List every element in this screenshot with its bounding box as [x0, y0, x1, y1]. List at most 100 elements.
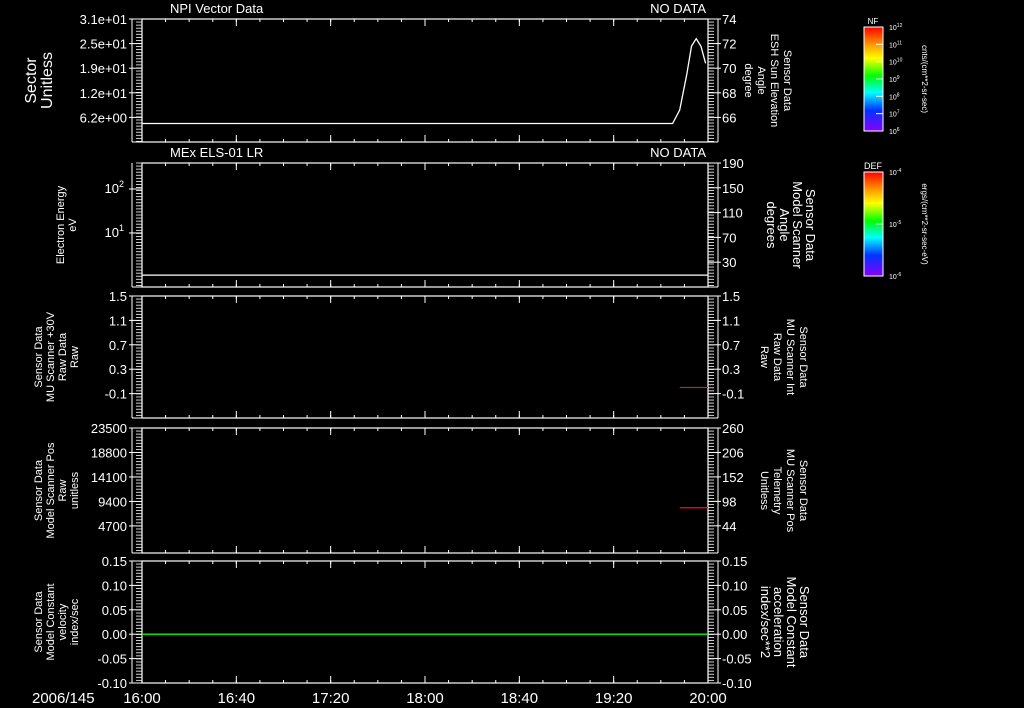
- y-right-tick-label: 110: [722, 206, 743, 221]
- x-tick-label: 19:20: [595, 690, 633, 707]
- y-left-tick-label: 0.15: [102, 554, 127, 569]
- date-label: 2006/145: [32, 690, 95, 707]
- y-left-tick-label: 0.00: [102, 627, 127, 642]
- y-right-tick-label: 0.00: [722, 627, 747, 642]
- colorbar-label: NF: [868, 17, 879, 26]
- y-left-tick-label: 1.1: [109, 313, 127, 328]
- x-tick-label: 17:20: [312, 690, 350, 707]
- x-tick-label: 18:00: [406, 690, 444, 707]
- colorbar-label: DEF: [864, 161, 883, 171]
- plot-frame: [141, 162, 709, 288]
- y-left-axis-label: index/sec: [69, 598, 81, 645]
- panel-status: NO DATA: [650, 1, 706, 16]
- panel-2: 1021011901501107030Electron Energy eV Sens…: [55, 156, 818, 288]
- x-tick-label: 18:40: [501, 690, 539, 707]
- y-right-tick-label: 30: [722, 255, 736, 270]
- x-tick-label: 20:00: [689, 690, 727, 707]
- y-right-tick-label: 68: [722, 86, 736, 101]
- y-right-tick-label: 260: [722, 421, 744, 436]
- y-right-tick-label: 1.1: [722, 313, 740, 328]
- y-right-tick-label: 1.5: [722, 289, 740, 304]
- panel-5: 0.15 0.10 0.05 0.00 -0.05 -0.10 0.15 0.10 0.05 0.…: [33, 554, 812, 691]
- y-left-tick-label: 0.7: [109, 338, 127, 353]
- y-right-tick-label: -0.10: [722, 676, 752, 691]
- y-left-axis-label: Sensor Data: [33, 326, 45, 388]
- y-left-tick-label: 102: [105, 179, 124, 196]
- data-series-line: [142, 37, 707, 125]
- y-left-axis-label: Model Scanner Pos: [45, 442, 57, 538]
- y-left-tick-label: 6.2e+00: [80, 110, 127, 125]
- y-right-tick-label: 206: [722, 445, 744, 460]
- y-right-tick-label: 72: [722, 37, 736, 52]
- y-left-axis-label: velocity: [57, 603, 69, 640]
- colorbar-def: DEF 10-4 10-5 10-6 ergs/(cm**2-sr-sec-eV): [863, 161, 929, 281]
- y-right-tick-label: 152: [722, 470, 744, 485]
- y-right-axis-label: Sensor Data: [797, 326, 809, 388]
- y-right-tick-label: -0.1: [722, 387, 744, 402]
- y-right-tick-label: 0.7: [722, 338, 740, 353]
- colorbar-tick-label: 1012: [889, 23, 903, 32]
- y-left-tick-label: 0.05: [102, 603, 127, 618]
- y-right-tick-label: 44: [722, 519, 736, 534]
- panel-status: NO DATA: [650, 145, 706, 160]
- y-left-tick-label: 0.3: [109, 362, 127, 377]
- y-left-tick-label: -0.1: [105, 387, 127, 402]
- colorbar-tick-label: 108: [889, 92, 900, 101]
- y-right-tick-label: 190: [722, 156, 744, 171]
- y-left-tick-label: 9400: [98, 494, 127, 509]
- y-right-tick-label: 0.10: [722, 578, 747, 593]
- y-left-axis-label: Model Constant: [45, 583, 57, 660]
- y-right-axis-label: degrees: [764, 202, 779, 249]
- y-left-axis-label: eV: [67, 218, 79, 232]
- y-right-axis-label: Unitless: [758, 471, 770, 511]
- y-right-axis-label: Angle: [755, 66, 767, 94]
- panel-1: 3.1e+01 2.5e+01 1.9e+01 1.2e+01 6.2e+00 74 72 7…: [23, 12, 793, 143]
- colorbar-tick-label: 10-5: [889, 220, 901, 229]
- y-right-axis-label: index/sec**2: [758, 586, 773, 658]
- colorbar-tick-label: 109: [889, 75, 900, 84]
- y-left-tick-label: -0.05: [97, 652, 127, 667]
- y-left-tick-label: 18800: [91, 445, 127, 460]
- y-left-tick-label: -0.10: [97, 676, 127, 691]
- colorbar-tick-label: 107: [889, 110, 900, 119]
- y-right-tick-label: 0.15: [722, 554, 747, 569]
- y-left-tick-label: 3.1e+01: [80, 12, 127, 27]
- y-right-tick-label: 70: [722, 61, 736, 76]
- y-left-tick-label: 23500: [91, 421, 127, 436]
- y-left-axis-label: Sensor Data: [33, 591, 45, 653]
- colorbar-tick-label: 10-6: [889, 272, 901, 281]
- colorbar-tick-label: 10-4: [889, 168, 901, 177]
- y-right-axis-label: ESH Sun Elevation: [768, 34, 780, 128]
- y-right-axis-label: Raw: [758, 346, 770, 368]
- y-right-axis-label: Sensor Data: [797, 460, 809, 522]
- y-left-tick-label: 0.10: [102, 578, 127, 593]
- y-right-tick-label: 66: [722, 110, 736, 125]
- plot-frame: [141, 560, 709, 684]
- y-left-axis-label: Raw: [69, 346, 81, 368]
- colorbar-units: cnts/(cm**2-sr-sec): [920, 45, 929, 113]
- y-left-axis-label: Sector: [23, 57, 40, 104]
- y-right-axis-label: Raw Data: [771, 333, 783, 382]
- y-left-tick-label: 101: [105, 223, 124, 240]
- colorbar-units: ergs/(cm**2-sr-sec-eV): [920, 183, 929, 265]
- plot-frame: [141, 295, 709, 419]
- y-left-tick-label: 2.5e+01: [80, 37, 127, 52]
- y-left-axis-label: Raw Data: [57, 332, 69, 381]
- y-right-tick-label: -0.05: [722, 652, 752, 667]
- y-left-tick-label: 14100: [91, 470, 127, 485]
- y-right-tick-label: 98: [722, 494, 736, 509]
- y-right-axis-label: Telemetry: [771, 467, 783, 515]
- multi-panel-plot: 3.1e+01 2.5e+01 1.9e+01 1.2e+01 6.2e+00 74 72 7…: [23, 12, 929, 707]
- y-left-axis-label: MU Scanner +30V: [45, 311, 57, 402]
- y-left-axis-label: Raw: [57, 479, 69, 501]
- y-right-tick-label: 0.3: [722, 362, 740, 377]
- y-right-axis-label: MU Scanner Int: [784, 319, 796, 395]
- y-left-tick-label: 1.5: [109, 289, 127, 304]
- y-left-tick-label: 1.9e+01: [80, 61, 127, 76]
- y-right-axis-label: Sensor Data: [781, 50, 793, 112]
- y-right-axis-label: MU Scanner Pos: [784, 449, 796, 533]
- x-tick-label: 16:00: [123, 690, 161, 707]
- panel-title: NPI Vector Data: [170, 1, 264, 16]
- y-right-tick-label: 150: [722, 181, 744, 196]
- y-left-tick-label: 4700: [98, 519, 127, 534]
